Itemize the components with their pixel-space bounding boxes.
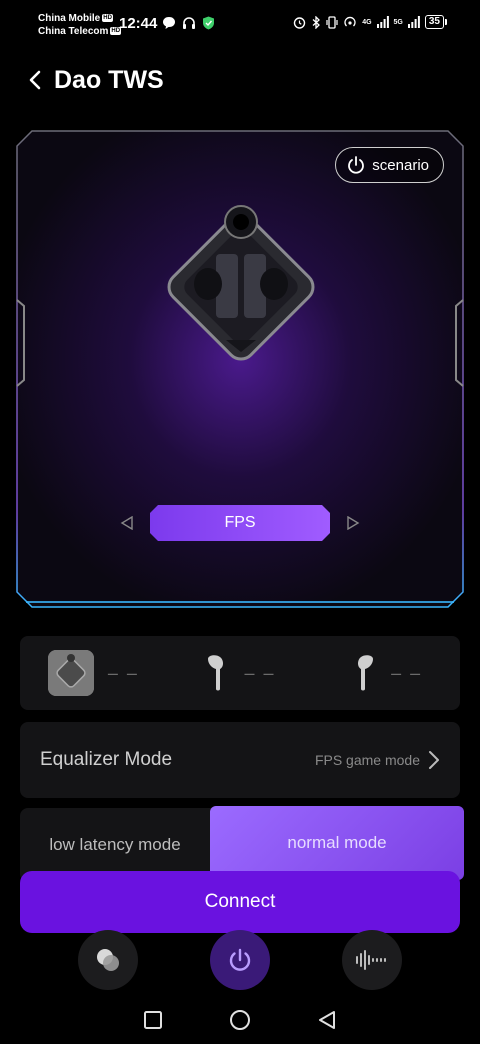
shield-icon (203, 16, 214, 30)
power-icon (229, 948, 251, 971)
tab-power[interactable] (210, 930, 270, 990)
status-bar: China Mobile HD China Telecom HD 12:44 4G … (0, 0, 480, 50)
device-panel: scenario FPS (16, 130, 464, 608)
page-title: Dao TWS (54, 65, 164, 94)
next-mode-icon[interactable] (346, 516, 360, 530)
equalizer-value: FPS game mode (314, 752, 420, 768)
vibrate-icon (326, 15, 338, 29)
left-earbud-battery: – – (167, 653, 314, 693)
layers-icon (97, 949, 119, 971)
home-icon[interactable] (228, 1008, 252, 1032)
header: Dao TWS (24, 60, 164, 100)
signal-icon (407, 16, 420, 28)
case-battery: – – (20, 650, 167, 696)
soundwave-icon (356, 950, 386, 970)
back-icon[interactable] (316, 1009, 338, 1031)
mode-selector: FPS (120, 504, 360, 542)
scenario-button[interactable]: scenario (335, 147, 444, 183)
tab-soundwave[interactable] (342, 930, 402, 990)
tab-layers[interactable] (78, 930, 138, 990)
bluetooth-icon (312, 15, 321, 29)
battery-levels: – – – – – – (20, 636, 460, 710)
left-battery-value: – – (244, 662, 276, 683)
equalizer-mode-row[interactable]: Equalizer Mode FPS game mode (20, 722, 460, 798)
right-earbud-battery: – – (313, 653, 460, 693)
left-earbud-icon (208, 655, 224, 691)
carrier-1: China Mobile (38, 13, 101, 24)
current-mode-chip[interactable]: FPS (150, 505, 330, 541)
battery-icon: 35 (424, 15, 448, 29)
notification-icons (162, 16, 215, 30)
bottom-tab-bar (0, 930, 480, 992)
headphones-icon (183, 17, 195, 29)
network-type-2: 5G (393, 18, 403, 26)
earbuds-case-image (167, 205, 315, 361)
chevron-right-icon (429, 751, 439, 769)
signal-icon (376, 16, 389, 28)
back-arrow-icon[interactable] (24, 69, 46, 91)
alarm-icon (293, 16, 306, 29)
right-earbud-icon (358, 655, 374, 691)
right-battery-value: – – (391, 662, 423, 683)
hd-badge: HD (102, 14, 113, 23)
carrier-info: China Mobile HD China Telecom HD (38, 12, 122, 38)
hotspot-icon (344, 16, 356, 26)
equalizer-label: Equalizer Mode (40, 749, 173, 770)
prev-mode-icon[interactable] (120, 516, 134, 530)
chat-bubble-icon (163, 17, 175, 29)
scenario-label: scenario (372, 156, 429, 174)
system-status-icons: 4G 5G 35 (293, 15, 448, 29)
clock: 12:44 (119, 15, 158, 32)
normal-mode-option[interactable]: normal mode (210, 806, 464, 880)
network-type-1: 4G (362, 18, 372, 26)
connect-button[interactable]: Connect (20, 871, 460, 933)
recents-icon[interactable] (142, 1009, 164, 1031)
system-navigation-bar (0, 996, 480, 1044)
carrier-2: China Telecom (38, 26, 109, 37)
power-icon (348, 156, 365, 174)
case-battery-value: – – (107, 662, 139, 683)
case-thumbnail-icon (47, 650, 94, 696)
